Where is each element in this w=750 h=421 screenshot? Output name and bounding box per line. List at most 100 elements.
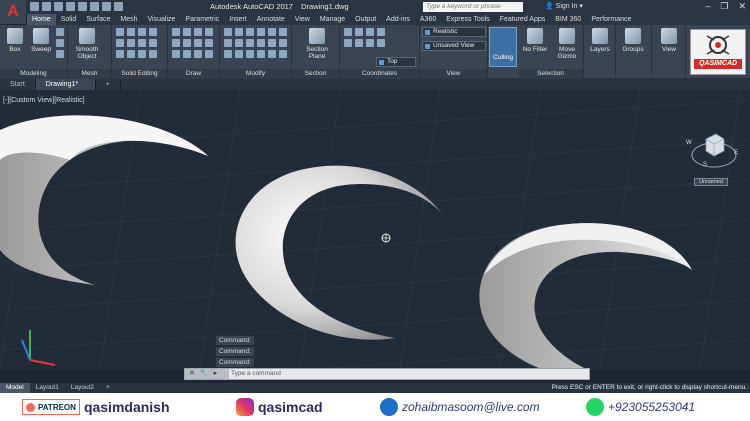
tab-express-tools[interactable]: Express Tools: [441, 14, 494, 25]
subtract-icon[interactable]: [127, 28, 135, 36]
3d-rotate-icon[interactable]: [235, 50, 243, 58]
add-layout-button[interactable]: +: [100, 383, 116, 393]
layers-button[interactable]: Layers: [587, 28, 613, 53]
tab-manage[interactable]: Manage: [315, 14, 350, 25]
stretch-icon[interactable]: [224, 39, 232, 47]
point-icon[interactable]: [183, 50, 191, 58]
revolve-icon[interactable]: [56, 39, 64, 47]
named-view-select[interactable]: Unsaved View: [422, 41, 486, 51]
offset-edge-icon[interactable]: [138, 50, 146, 58]
culling-button[interactable]: Culling: [489, 27, 517, 67]
erase-icon[interactable]: [257, 39, 265, 47]
separate-icon[interactable]: [149, 39, 157, 47]
quick-access-toolbar[interactable]: [30, 2, 123, 11]
ucs-icon[interactable]: [344, 28, 352, 36]
rotate-icon[interactable]: [235, 28, 243, 36]
ucs-world-icon[interactable]: [355, 28, 363, 36]
sign-in-button[interactable]: 👤 Sign In ▾: [545, 2, 583, 10]
line-icon[interactable]: [172, 28, 180, 36]
thicken-icon[interactable]: [127, 39, 135, 47]
hatch-icon[interactable]: [172, 50, 180, 58]
tab-mesh[interactable]: Mesh: [115, 14, 142, 25]
move-icon[interactable]: [224, 28, 232, 36]
tab-performance[interactable]: Performance: [586, 14, 636, 25]
circle-icon[interactable]: [194, 28, 202, 36]
layout-tab-model[interactable]: Model: [0, 383, 30, 393]
compass-south[interactable]: S: [703, 162, 707, 168]
close-icon[interactable]: ✕: [738, 1, 746, 12]
layout-tab-layout2[interactable]: Layout2: [65, 383, 100, 393]
move-gizmo-button[interactable]: Move Gizmo: [552, 28, 582, 60]
model-space-canvas[interactable]: [0, 90, 750, 370]
view-button[interactable]: View: [656, 28, 682, 53]
3d-scale-icon[interactable]: [279, 50, 287, 58]
3d-mirror-icon[interactable]: [257, 50, 265, 58]
layout-tab-layout1[interactable]: Layout1: [30, 383, 65, 393]
polygon-icon[interactable]: [205, 39, 213, 47]
imprint-icon[interactable]: [127, 50, 135, 58]
tab-solid[interactable]: Solid: [56, 14, 82, 25]
maximize-icon[interactable]: ❐: [720, 1, 728, 12]
tab-insert[interactable]: Insert: [224, 14, 252, 25]
region-icon[interactable]: [194, 50, 202, 58]
ucs-y-icon[interactable]: [355, 39, 363, 47]
customize-icon[interactable]: 🔧: [200, 369, 209, 379]
file-tab-drawing1[interactable]: Drawing1*: [35, 79, 96, 90]
groups-button[interactable]: Groups: [620, 28, 646, 53]
print-icon[interactable]: [78, 2, 87, 11]
ucs-z-icon[interactable]: [366, 39, 374, 47]
file-tab-start[interactable]: Start: [0, 79, 36, 90]
tab-visualize[interactable]: Visualize: [143, 14, 181, 25]
command-input[interactable]: Type a command: [231, 369, 281, 379]
instagram-link[interactable]: qasimcad: [236, 397, 323, 417]
ucs-view-icon[interactable]: [377, 39, 385, 47]
tab-add-ins[interactable]: Add-ins: [381, 14, 415, 25]
explode-icon[interactable]: [268, 39, 276, 47]
slice-icon[interactable]: [116, 39, 124, 47]
whatsapp-link[interactable]: +923055253041: [586, 397, 695, 417]
patreon-link[interactable]: PATREON qasimdanish: [22, 397, 170, 417]
tab-view[interactable]: View: [290, 14, 315, 25]
viewcube-cube-icon[interactable]: [705, 133, 725, 157]
new-icon[interactable]: [30, 2, 39, 11]
recent-commands-icon[interactable]: ▸: [214, 369, 218, 379]
viewcube[interactable]: [690, 125, 740, 185]
view-direction-select[interactable]: Top: [376, 57, 416, 67]
intersect-icon[interactable]: [138, 28, 146, 36]
trim-icon[interactable]: [246, 28, 254, 36]
spline-icon[interactable]: [183, 39, 191, 47]
tab-home[interactable]: Home: [27, 14, 56, 25]
redo-icon[interactable]: [102, 2, 111, 11]
rectangle-icon[interactable]: [172, 39, 180, 47]
command-line[interactable]: ✕ 🔧 ▸ Type a command: [184, 368, 590, 380]
3d-array-icon[interactable]: [268, 50, 276, 58]
section-plane-button[interactable]: Section Plane: [302, 28, 332, 60]
visual-style-select[interactable]: Realistic: [422, 27, 486, 37]
compass-west[interactable]: W: [686, 140, 692, 146]
minimize-icon[interactable]: –: [705, 1, 710, 12]
helix-icon[interactable]: [205, 50, 213, 58]
tab-a360[interactable]: A360: [415, 14, 441, 25]
3d-move-icon[interactable]: [224, 50, 232, 58]
extrude-icon[interactable]: [56, 28, 64, 36]
compass-east[interactable]: E: [734, 150, 738, 156]
search-input[interactable]: Type a keyword or phrase: [423, 2, 523, 12]
save-icon[interactable]: [54, 2, 63, 11]
fillet-edge-icon[interactable]: [149, 28, 157, 36]
new-tab-button[interactable]: +: [96, 79, 121, 90]
close-command-line-icon[interactable]: ✕: [189, 369, 195, 379]
offset-icon[interactable]: [279, 39, 287, 47]
crescent-solid-middle[interactable]: [235, 165, 445, 340]
shell-icon[interactable]: [116, 50, 124, 58]
smooth-object-button[interactable]: Smooth Object: [72, 28, 102, 60]
email-link[interactable]: zohaibmasoom@live.com: [380, 397, 540, 417]
tab-bim-360[interactable]: BIM 360: [550, 14, 586, 25]
open-icon[interactable]: [42, 2, 51, 11]
taper-icon[interactable]: [149, 50, 157, 58]
arc-icon[interactable]: [205, 28, 213, 36]
tab-featured-apps[interactable]: Featured Apps: [495, 14, 551, 25]
array-icon[interactable]: [246, 39, 254, 47]
tab-annotate[interactable]: Annotate: [252, 14, 290, 25]
union-icon[interactable]: [116, 28, 124, 36]
undo-icon[interactable]: [90, 2, 99, 11]
